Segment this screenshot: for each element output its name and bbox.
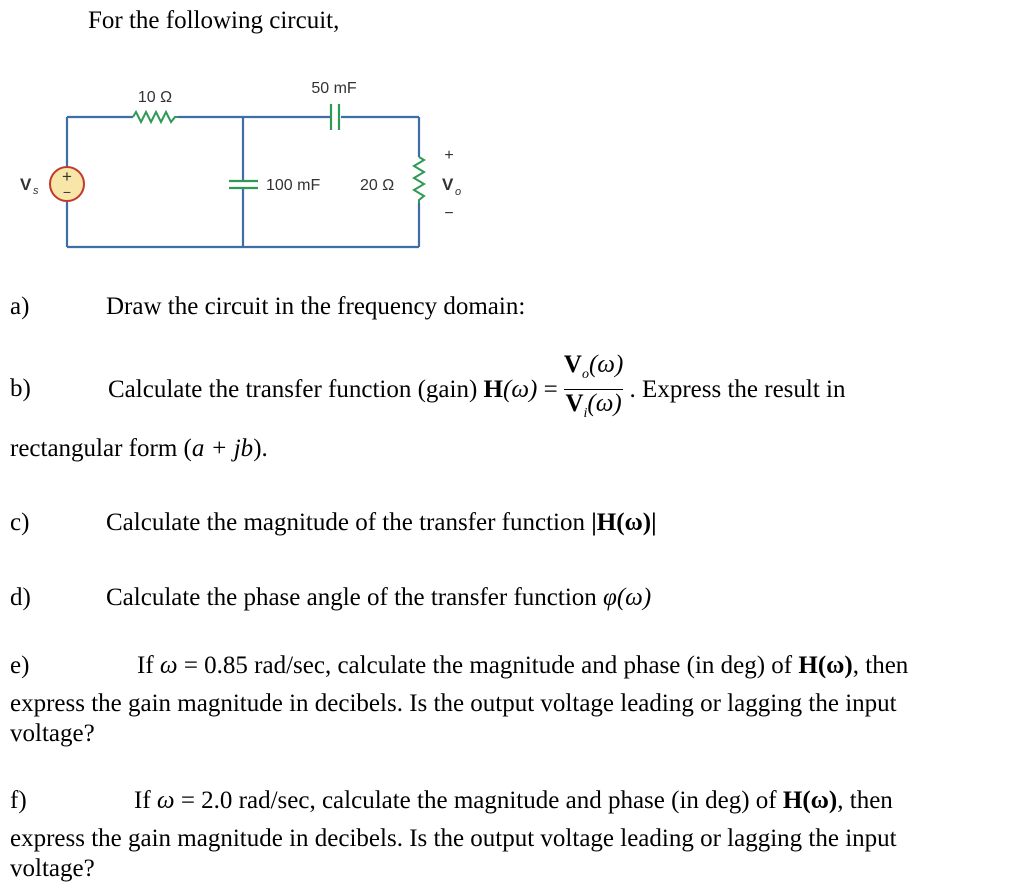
question-e-label: e) (10, 652, 30, 679)
question-f-line3: voltage? (10, 855, 95, 882)
question-f-h: H(ω) (782, 787, 838, 814)
r2-label: 20 Ω (360, 177, 394, 194)
svg-text:−: − (63, 184, 71, 200)
question-e-text: rad/sec, calculate the magnitude and pha… (247, 652, 799, 679)
rect-form-post: ). (253, 435, 268, 462)
circuit-diagram: + − V s 10 Ω 50 mF 100 mF 20 Ω + V o − (20, 80, 461, 249)
omega-arg: (ω) (503, 375, 538, 403)
question-f-text: rad/sec, calculate the magnitude and pha… (232, 787, 783, 814)
rect-form-pre: rectangular form ( (10, 435, 192, 462)
question-b-line2: rectangular form (a + jb). (10, 434, 268, 464)
question-e-h: H(ω) (798, 652, 853, 679)
resistor-10-ohm (132, 109, 178, 125)
question-d-text: Calculate the phase angle of the transfe… (106, 584, 597, 611)
question-e-line1: If ω = 0.85 rad/sec, calculate the magni… (137, 651, 908, 681)
question-e-if: If (137, 652, 154, 679)
question-a-text: Draw the circuit in the frequency domain… (106, 293, 526, 320)
question-f-value: = 2.0 (174, 787, 233, 814)
phase-math: φ(ω) (603, 584, 652, 611)
intro-text: For the following circuit, (88, 7, 340, 34)
question-f-label: f) (10, 787, 27, 814)
question-e-line3: voltage? (10, 720, 95, 747)
question-b-after: . Express the result in (629, 375, 846, 403)
question-b-text: Calculate the transfer function (gain) (108, 375, 478, 403)
question-a-label: a) (10, 293, 30, 320)
output-plus: + (444, 147, 453, 164)
question-e-then: , then (852, 652, 909, 679)
capacitor-50-mf (329, 104, 341, 130)
equals-sign: = (537, 375, 558, 403)
question-f-then: , then (837, 787, 893, 814)
c-series-label: 50 mF (311, 80, 357, 97)
r1-label: 10 Ω (138, 89, 172, 106)
question-e-omega: ω (159, 652, 178, 679)
c-shunt-label: 100 mF (266, 177, 320, 194)
denominator-arg: (ω) (587, 390, 622, 417)
question-f-line2: express the gain magnitude in decibels. … (10, 825, 897, 852)
numerator-v: V (563, 351, 582, 378)
output-subscript: o (455, 186, 461, 198)
transfer-symbol: H (483, 375, 503, 403)
question-f-omega: ω (156, 787, 175, 814)
output-label: V (442, 175, 454, 194)
source-label: V (20, 175, 32, 194)
question-f-if: If (134, 787, 151, 814)
rect-form-math: a + jb (191, 435, 254, 462)
numerator-arg: (ω) (588, 351, 624, 378)
resistor-20-ohm (412, 156, 426, 203)
question-c-line: Calculate the magnitude of the transfer … (106, 508, 657, 538)
question-d-line: Calculate the phase angle of the transfe… (106, 583, 651, 613)
magnitude-math: |H(ω)| (591, 509, 657, 536)
question-e-line2: express the gain magnitude in decibels. … (10, 690, 897, 717)
question-c-label: c) (10, 509, 30, 536)
source-subscript: s (33, 185, 39, 197)
question-c-text: Calculate the magnitude of the transfer … (106, 509, 585, 536)
question-b-label: b) (10, 375, 31, 402)
question-d-label: d) (10, 584, 31, 611)
voltage-source-icon: + − (49, 166, 85, 202)
output-minus: − (444, 205, 453, 222)
question-b-line1: Calculate the transfer function (gain) H… (108, 352, 845, 427)
transfer-fraction: Vo(ω) Vi(ω) (563, 351, 624, 427)
question-f-line1: If ω = 2.0 rad/sec, calculate the magnit… (134, 786, 893, 816)
numerator-sub: o (581, 367, 589, 382)
capacitor-100-mf (229, 179, 258, 190)
question-e-value: = 0.85 (177, 652, 248, 679)
denominator-v: V (565, 390, 584, 417)
